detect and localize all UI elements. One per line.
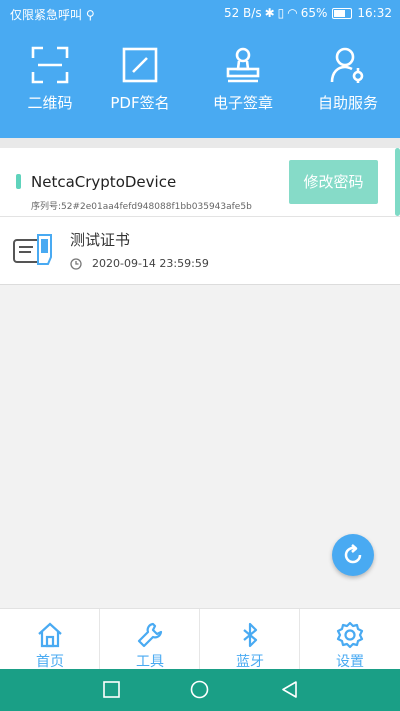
certificate-item[interactable]: 测试证书 2020-09-14 23:59:59 [0, 217, 400, 285]
home-nav-icon[interactable] [190, 680, 209, 699]
tab-label: 工具 [136, 654, 164, 670]
change-password-button[interactable]: 修改密码 [289, 160, 378, 204]
content-gap [0, 138, 400, 148]
tab-bluetooth[interactable]: 蓝牙 [200, 609, 300, 670]
tab-label: 首页 [36, 654, 64, 670]
wrench-icon [137, 622, 163, 648]
tool-label: PDF签名 [110, 94, 170, 112]
tool-self-service[interactable]: 自助服务 [298, 46, 398, 113]
qr-scan-icon [31, 46, 69, 84]
tool-label: 自助服务 [317, 94, 378, 112]
bluetooth-icon [243, 622, 258, 648]
tab-label: 蓝牙 [236, 654, 264, 670]
clock-time: 16:32 [357, 6, 392, 20]
certificate-icon [13, 234, 52, 265]
tab-label: 设置 [336, 654, 364, 670]
device-accent-bar [16, 174, 21, 189]
app-header: 仅限紧急呼叫 ⚲ 52 B/s ✱ ▯ ◠ 65% 16:32 二维码 PDF签… [0, 0, 400, 138]
stamp-icon [226, 47, 260, 83]
clock-icon [70, 258, 82, 270]
vibrate-icon: ▯ [277, 6, 285, 20]
certificate-date: 2020-09-14 23:59:59 [92, 257, 209, 270]
tool-qr-code[interactable]: 二维码 [0, 46, 100, 113]
system-nav-bar [0, 669, 400, 711]
device-serial: 序列号:52#2e01aa4fefd948088f1bb035943afe5b [31, 202, 252, 212]
scroll-indicator [395, 148, 400, 216]
status-bar: 仅限紧急呼叫 ⚲ 52 B/s ✱ ▯ ◠ 65% 16:32 [0, 0, 400, 28]
carrier-text: 仅限紧急呼叫 ⚲ [10, 8, 95, 22]
device-card[interactable]: NetcaCryptoDevice 序列号:52#2e01aa4fefd9480… [0, 148, 400, 217]
gear-icon [336, 621, 364, 649]
net-speed: 52 B/s [223, 6, 262, 20]
refresh-icon [344, 544, 362, 564]
battery-icon [332, 7, 353, 19]
self-service-icon [330, 47, 364, 83]
bluetooth-status-icon: ✱ [264, 6, 275, 20]
tool-row: 二维码 PDF签名 电子签章 自助服务 [0, 46, 400, 126]
tool-e-stamp[interactable]: 电子签章 [193, 46, 293, 113]
status-right: 52 B/s ✱ ▯ ◠ 65% 16:32 [224, 6, 392, 20]
pdf-sign-icon [122, 47, 158, 83]
battery-percent: 65% [300, 6, 328, 20]
tool-label: 电子签章 [212, 94, 273, 112]
tab-home[interactable]: 首页 [0, 609, 100, 670]
tool-label: 二维码 [27, 94, 73, 112]
wifi-icon: ◠ [287, 6, 298, 20]
tab-tools[interactable]: 工具 [100, 609, 200, 670]
home-icon [38, 622, 62, 648]
tool-pdf-sign[interactable]: PDF签名 [90, 46, 190, 113]
back-icon[interactable] [281, 681, 298, 698]
refresh-button[interactable] [332, 534, 374, 576]
device-name: NetcaCryptoDevice [31, 173, 177, 191]
bottom-tab-bar: 首页 工具 蓝牙 设置 [0, 608, 400, 670]
recent-apps-icon[interactable] [103, 681, 120, 698]
certificate-title: 测试证书 [70, 231, 131, 249]
tab-settings[interactable]: 设置 [300, 609, 400, 670]
